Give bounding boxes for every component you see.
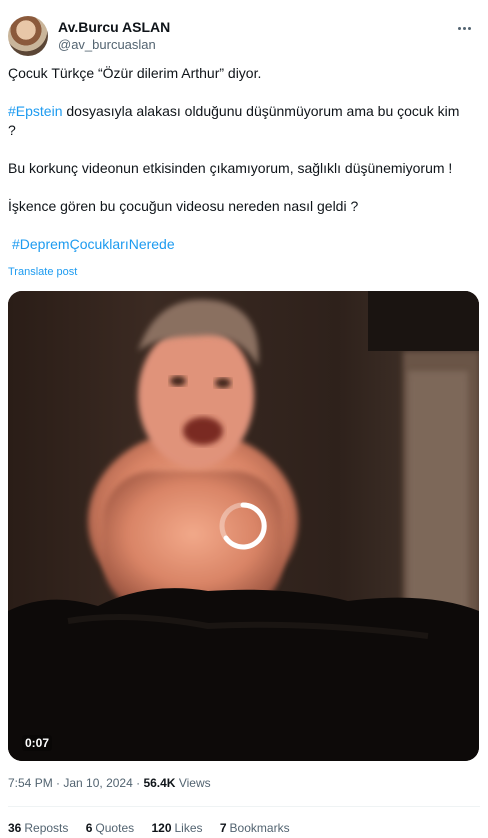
post-text: Çocuk Türkçe “Özür dilerim Arthur” diyor… <box>8 64 480 254</box>
post-line-2: #Epstein dosyasıyla alakası olduğunu düş… <box>8 102 480 121</box>
reposts-count: 36 <box>8 821 22 835</box>
post-stats: 36 Reposts 6 Quotes 120 Likes 7 Bookmarks <box>8 821 304 835</box>
video-player[interactable]: 0:07 <box>8 291 479 761</box>
meta-separator-2: · <box>132 776 144 790</box>
author-handle[interactable]: @av_burcuaslan <box>58 37 156 52</box>
translate-post-link[interactable]: Translate post <box>8 266 77 278</box>
quotes-stat[interactable]: 6 Quotes <box>86 821 134 835</box>
author-display-name[interactable]: Av.Burcu ASLAN <box>58 19 170 35</box>
hashtag-deprem-cocuklari-nerede[interactable]: #DepremÇocuklarıNerede <box>12 236 175 252</box>
reposts-label: Reposts <box>24 821 69 835</box>
bookmarks-label: Bookmarks <box>229 821 290 835</box>
avatar[interactable] <box>8 16 48 56</box>
likes-count: 120 <box>151 821 172 835</box>
post-header: Av.Burcu ASLAN @av_burcuaslan <box>8 16 480 56</box>
post-line-3: ? <box>8 122 16 138</box>
post-line-5: İşkence gören bu çocuğun videosu nereden… <box>8 198 359 214</box>
quotes-count: 6 <box>85 821 93 835</box>
post-line-1: Çocuk Türkçe “Özür dilerim Arthur” diyor… <box>8 65 262 81</box>
loading-spinner-icon <box>219 502 267 550</box>
likes-label: Likes <box>174 821 203 835</box>
likes-stat[interactable]: 120 Likes <box>151 821 202 835</box>
views-count: 56.4K <box>143 776 176 790</box>
video-duration-badge: 0:07 <box>22 735 53 751</box>
bookmarks-stat[interactable]: 7 Bookmarks <box>220 821 290 835</box>
post-line-2-text: dosyasıyla alakası olduğunu düşünmüyorum… <box>62 103 460 119</box>
post-date[interactable]: Jan 10, 2024 <box>63 776 132 790</box>
meta-separator: · <box>52 776 64 790</box>
divider <box>8 806 480 807</box>
views-label: Views <box>175 776 211 790</box>
post-time[interactable]: 7:54 PM <box>8 776 53 790</box>
post-line-4: Bu korkunç videonun etkisinden çıkamıyor… <box>8 160 453 176</box>
quotes-label: Quotes <box>95 821 135 835</box>
bookmarks-count: 7 <box>219 821 227 835</box>
reposts-stat[interactable]: 36 Reposts <box>8 821 68 835</box>
post-meta: 7:54 PM · Jan 10, 2024 · 56.4K Views <box>8 776 211 790</box>
more-options-icon[interactable] <box>452 18 476 38</box>
hashtag-epstein[interactable]: #Epstein <box>8 103 62 119</box>
